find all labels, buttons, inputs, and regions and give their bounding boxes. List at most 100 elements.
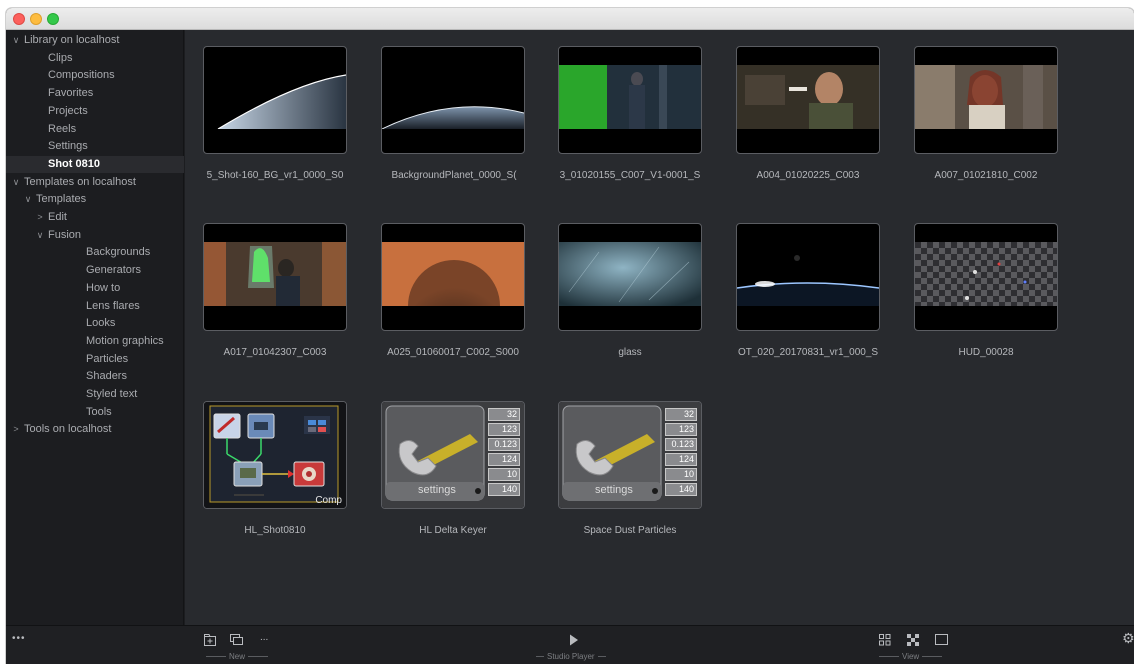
sidebar-item-library-on-localhost[interactable]: ∨ Library on localhost [6, 32, 184, 49]
settings-value-box: 10 [665, 468, 697, 481]
sidebar-item-tools[interactable]: Tools [6, 404, 184, 421]
thumbnail[interactable] [736, 46, 880, 154]
sidebar-item-label: Templates [36, 193, 87, 206]
sidebar-item-projects[interactable]: Projects [6, 103, 184, 120]
studio-player-section-label: Studio Player [533, 652, 609, 661]
grid-view-icon[interactable] [879, 634, 891, 648]
media-item[interactable]: A025_01060017_C002_S000 [363, 207, 525, 377]
thumbnail-image [915, 65, 1057, 129]
new-more-icon[interactable]: ... [260, 631, 268, 644]
gear-icon[interactable]: ⚙ [1122, 631, 1134, 645]
thumbnail[interactable] [736, 223, 880, 331]
sidebar-item-clips[interactable]: Clips [6, 50, 184, 67]
sidebar-item-label: Templates on localhost [24, 175, 136, 188]
sidebar-item-fusion[interactable]: ∨ Fusion [6, 227, 184, 244]
thumbnail[interactable] [381, 46, 525, 154]
media-item[interactable]: settings 32 123 0.123 124 10 140 Space Dust Par… [540, 385, 702, 555]
media-item[interactable]: BackgroundPlanet_0000_S( [363, 30, 525, 200]
sidebar-item-styled-text[interactable]: Styled text [6, 386, 184, 403]
sidebar-item-label: Looks [86, 317, 116, 330]
media-item[interactable]: OT_020_20170831_vr1_000_S [718, 207, 880, 377]
thumbnail[interactable] [914, 223, 1058, 331]
thumbnail[interactable] [203, 223, 347, 331]
thumbnail-image [737, 242, 879, 306]
sidebar-item-how-to[interactable]: How to [6, 280, 184, 297]
single-view-icon[interactable] [935, 634, 948, 647]
settings-value-box: 124 [665, 453, 697, 466]
sidebar-item-motion-graphics[interactable]: Motion graphics [6, 333, 184, 350]
thumbnail-label: OT_020_20170831_vr1_000_S [737, 347, 879, 358]
thumbnail-image [559, 242, 701, 306]
media-item[interactable]: HUD_00028 [896, 207, 1058, 377]
sidebar-item-lens-flares[interactable]: Lens flares [6, 298, 184, 315]
thumbnail[interactable] [558, 46, 702, 154]
settings-value-box: 124 [488, 453, 520, 466]
bin-content-grid: 5_Shot-160_BG_vr1_0000_S0 BackgroundPlan… [185, 30, 1134, 625]
sidebar-item-templates-on-localhost[interactable]: ∨ Templates on localhost [6, 174, 184, 191]
title-bar [6, 8, 1134, 30]
sidebar-item-favorites[interactable]: Favorites [6, 85, 184, 102]
sidebar-item-edit[interactable]: > Edit [6, 209, 184, 226]
minimize-window-button[interactable] [30, 13, 42, 25]
settings-value-box: 32 [665, 408, 697, 421]
thumbnail[interactable]: settings 32 123 0.123 124 10 140 [381, 401, 525, 509]
play-icon[interactable] [569, 634, 579, 648]
sidebar-item-compositions[interactable]: Compositions [6, 67, 184, 84]
media-item[interactable]: Comp HL_Shot0810 [185, 385, 347, 555]
chevron-down-icon[interactable]: ∨ [34, 227, 46, 244]
zoom-window-button[interactable] [47, 13, 59, 25]
thumbnail-image [737, 65, 879, 129]
sidebar-item-reels[interactable]: Reels [6, 121, 184, 138]
sidebar-item-generators[interactable]: Generators [6, 262, 184, 279]
media-item[interactable]: A007_01021810_C002 [896, 30, 1058, 200]
chevron-down-icon[interactable]: ∨ [10, 32, 22, 49]
thumbnail-image [382, 65, 524, 129]
thumbnail-label: 3_01020155_C007_V1-0001_S [559, 170, 701, 181]
new-item-icon[interactable] [230, 634, 244, 648]
sidebar-item-label: Particles [86, 352, 129, 365]
media-item[interactable]: settings 32 123 0.123 124 10 140 HL Delta Keyer [363, 385, 525, 555]
checker-view-icon[interactable] [907, 634, 919, 648]
media-item[interactable]: 3_01020155_C007_V1-0001_S [540, 30, 702, 200]
thumbnail[interactable] [914, 46, 1058, 154]
new-bin-icon[interactable] [204, 634, 217, 648]
thumbnail[interactable] [203, 46, 347, 154]
thumbnail-label: A025_01060017_C002_S000 [387, 347, 519, 358]
thumbnail-label: HL Delta Keyer [419, 525, 487, 536]
thumbnail[interactable]: Comp [203, 401, 347, 509]
thumbnail[interactable] [558, 223, 702, 331]
view-section-label: View [876, 652, 945, 661]
thumbnail-label: Space Dust Particles [583, 525, 677, 536]
sidebar-item-shaders[interactable]: Shaders [6, 368, 184, 385]
media-item[interactable]: A017_01042307_C003 [185, 207, 347, 377]
sidebar-item-label: Reels [48, 122, 77, 135]
sidebar-item-label: Library on localhost [24, 34, 120, 46]
sidebar-item-label: Projects [48, 104, 88, 117]
more-options-icon[interactable]: ••• [12, 632, 26, 645]
thumbnail-image [382, 242, 524, 306]
sidebar-item-label: Styled text [86, 388, 138, 400]
thumbnail[interactable] [381, 223, 525, 331]
settings-value-box: 32 [488, 408, 520, 421]
sidebar-item-looks[interactable]: Looks [6, 315, 184, 332]
sidebar-item-particles[interactable]: Particles [6, 351, 184, 368]
media-item[interactable]: 5_Shot-160_BG_vr1_0000_S0 [185, 30, 347, 200]
settings-caption: settings [418, 484, 456, 496]
thumbnail-image [559, 65, 701, 129]
sidebar-item-templates[interactable]: ∨ Templates [6, 191, 184, 208]
chevron-down-icon[interactable]: ∨ [10, 174, 22, 191]
close-window-button[interactable] [13, 13, 25, 25]
chevron-down-icon[interactable]: ∨ [22, 191, 34, 208]
thumbnail[interactable]: settings 32 123 0.123 124 10 140 [558, 401, 702, 509]
sidebar-item-shot-0810[interactable]: Shot 0810 [6, 155, 184, 173]
media-item[interactable]: glass [540, 207, 702, 377]
thumbnail-label: 5_Shot-160_BG_vr1_0000_S0 [206, 170, 344, 181]
sidebar-item-backgrounds[interactable]: Backgrounds [6, 244, 184, 261]
thumbnail-label: A007_01021810_C002 [934, 170, 1038, 181]
sidebar-item-settings[interactable]: Settings [6, 138, 184, 155]
chevron-right-icon[interactable]: > [34, 209, 46, 226]
sidebar-item-tools-on-localhost[interactable]: > Tools on localhost [6, 421, 184, 438]
sidebar-item-label: Shaders [86, 370, 127, 383]
chevron-right-icon[interactable]: > [10, 421, 22, 438]
media-item[interactable]: A004_01020225_C003 [718, 30, 880, 200]
